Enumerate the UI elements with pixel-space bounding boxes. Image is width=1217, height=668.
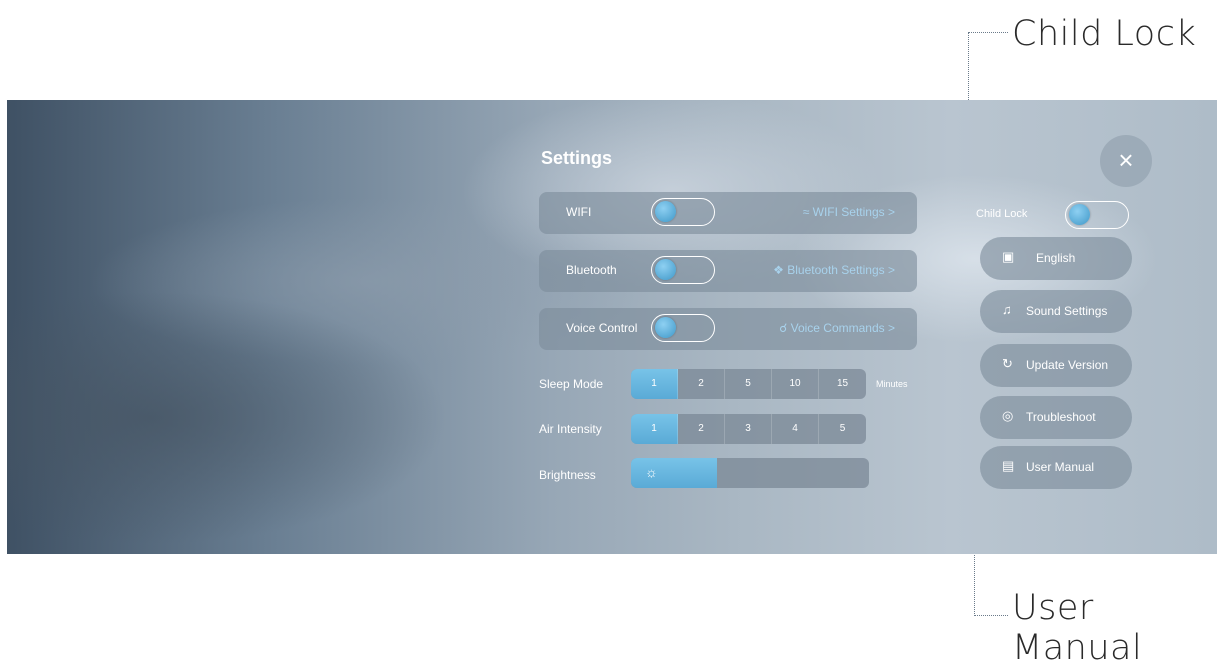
- refresh-icon: ↻: [1002, 356, 1013, 371]
- update-version-button[interactable]: ↻ Update Version: [980, 344, 1132, 387]
- sun-icon: ☼: [645, 464, 658, 480]
- sleep-option[interactable]: 5: [725, 369, 772, 399]
- callout-leader-bottom: [974, 615, 1008, 616]
- air-option[interactable]: 1: [631, 414, 678, 444]
- voice-commands-link[interactable]: ☌ Voice Commands >: [779, 321, 895, 335]
- air-option[interactable]: 3: [725, 414, 772, 444]
- brightness-slider[interactable]: ☼: [631, 458, 869, 488]
- child-lock-label: Child Lock: [976, 208, 1028, 220]
- toggle-knob: [655, 201, 676, 222]
- language-button[interactable]: ▣ English: [980, 237, 1132, 280]
- callout-child-lock: Child Lock: [1012, 14, 1197, 54]
- sound-settings-button[interactable]: ♫ Sound Settings: [980, 290, 1132, 333]
- wifi-icon: ≈: [802, 205, 810, 219]
- sleep-option[interactable]: 10: [772, 369, 819, 399]
- sound-icon: ♫: [1002, 302, 1012, 317]
- user-manual-button[interactable]: ▤ User Manual: [980, 446, 1132, 489]
- sleep-option[interactable]: 1: [631, 369, 678, 399]
- settings-screen: Settings WIFI ≈ WIFI Settings > Bluetoot…: [7, 100, 1217, 554]
- toggle-knob: [1069, 204, 1090, 225]
- page-title: Settings: [541, 148, 613, 168]
- sleep-unit-label: Minutes: [876, 379, 908, 389]
- air-intensity-selector: 1 2 3 4 5: [631, 414, 866, 444]
- wifi-label: WIFI: [566, 205, 592, 219]
- sleep-option[interactable]: 2: [678, 369, 725, 399]
- air-option[interactable]: 5: [819, 414, 866, 444]
- brightness-fill: [631, 458, 717, 488]
- toggle-knob: [655, 259, 676, 280]
- book-icon: ▤: [1002, 458, 1015, 473]
- wifi-row: WIFI ≈ WIFI Settings >: [539, 192, 917, 234]
- close-icon: ×: [1118, 145, 1134, 175]
- bluetooth-toggle[interactable]: [651, 256, 715, 284]
- wifi-toggle[interactable]: [651, 198, 715, 226]
- callout-leader-top: [968, 32, 1008, 33]
- air-option[interactable]: 2: [678, 414, 725, 444]
- sleep-mode-selector: 1 2 5 10 15: [631, 369, 866, 399]
- toggle-knob: [655, 317, 676, 338]
- language-icon: ▣: [1002, 249, 1015, 264]
- sleep-mode-label: Sleep Mode: [539, 377, 604, 391]
- bluetooth-settings-link[interactable]: ❖ Bluetooth Settings >: [773, 263, 895, 277]
- brightness-label: Brightness: [539, 468, 596, 482]
- bluetooth-label: Bluetooth: [566, 263, 617, 277]
- bluetooth-row: Bluetooth ❖ Bluetooth Settings >: [539, 250, 917, 292]
- voice-control-toggle[interactable]: [651, 314, 715, 342]
- sleep-option[interactable]: 15: [819, 369, 866, 399]
- bluetooth-icon: ❖: [773, 263, 784, 277]
- voice-control-label: Voice Control: [566, 321, 638, 335]
- air-intensity-label: Air Intensity: [539, 422, 602, 436]
- lifebuoy-icon: ◎: [1002, 408, 1014, 423]
- voice-control-row: Voice Control ☌ Voice Commands >: [539, 308, 917, 350]
- microphone-icon: ☌: [779, 321, 788, 335]
- callout-user-manual: User Manual: [1012, 588, 1143, 668]
- troubleshoot-button[interactable]: ◎ Troubleshoot: [980, 396, 1132, 439]
- air-option[interactable]: 4: [772, 414, 819, 444]
- wifi-settings-link[interactable]: ≈ WIFI Settings >: [803, 205, 895, 219]
- close-button[interactable]: ×: [1100, 135, 1152, 187]
- child-lock-toggle[interactable]: [1065, 201, 1129, 229]
